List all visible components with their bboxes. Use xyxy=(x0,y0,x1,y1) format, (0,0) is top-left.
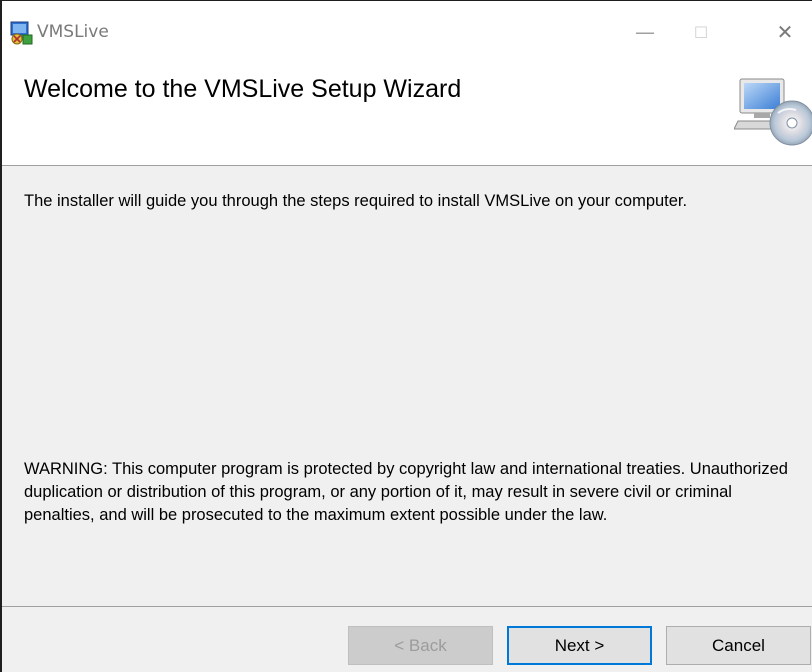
title-bar[interactable]: VMSLive — ☐ ✕ xyxy=(2,1,812,63)
window-title: VMSLive xyxy=(37,22,109,42)
installer-app-icon xyxy=(8,21,34,45)
copyright-warning-text: WARNING: This computer program is protec… xyxy=(24,460,788,524)
intro-text: The installer will guide you through the… xyxy=(24,192,688,210)
wizard-content: The installer will guide you through the… xyxy=(2,166,812,606)
computer-cd-icon xyxy=(733,77,812,147)
next-button[interactable]: Next > xyxy=(507,626,652,665)
close-button[interactable]: ✕ xyxy=(762,15,808,49)
setup-wizard-window: VMSLive — ☐ ✕ Welcome to the VMSLive Set… xyxy=(0,0,812,672)
footer-divider xyxy=(2,606,812,607)
minimize-button[interactable]: — xyxy=(622,15,668,49)
maximize-button[interactable]: ☐ xyxy=(678,15,724,49)
back-button[interactable]: < Back xyxy=(348,626,493,665)
wizard-banner: Welcome to the VMSLive Setup Wizard xyxy=(2,63,812,166)
page-title: Welcome to the VMSLive Setup Wizard xyxy=(24,75,462,103)
cancel-button[interactable]: Cancel xyxy=(666,626,811,665)
